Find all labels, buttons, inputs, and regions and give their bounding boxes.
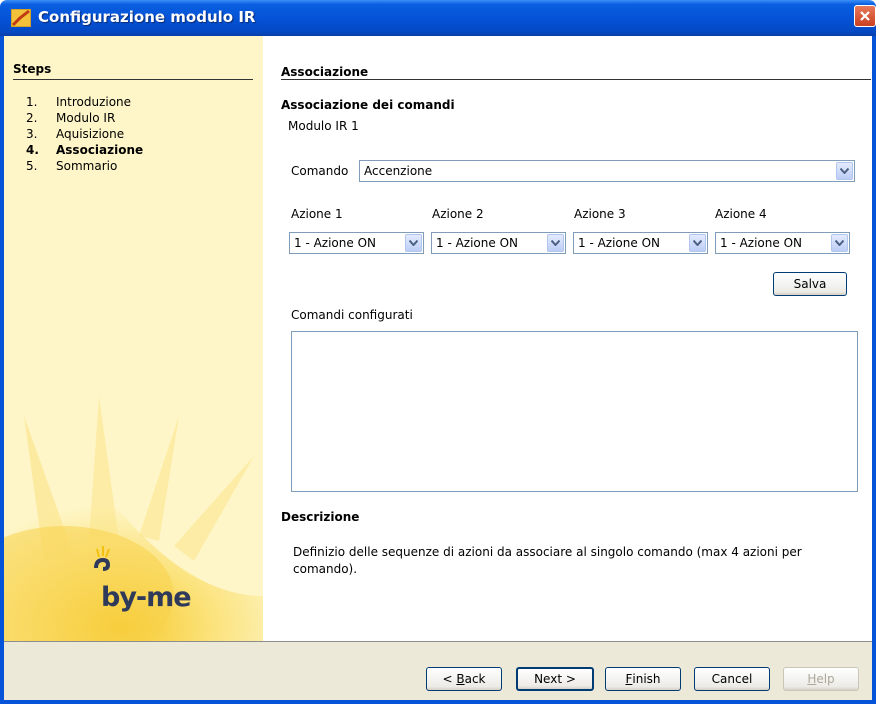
main-content: Associazione Associazione dei comandi Mo… xyxy=(263,36,872,641)
steps-list: 1. Introduzione 2. Modulo IR 3. Aquisizione… xyxy=(26,94,143,174)
salva-button[interactable]: Salva xyxy=(773,272,847,296)
association-title: Associazione dei comandi xyxy=(281,98,455,112)
chevron-down-icon[interactable] xyxy=(836,162,853,180)
description-text: Definizio delle sequenze di azioni da as… xyxy=(293,545,802,576)
configured-commands-list[interactable] xyxy=(291,331,858,492)
chevron-down-icon[interactable] xyxy=(547,234,564,252)
step-item-4-current: 4. Associazione xyxy=(26,143,144,157)
module-label: Modulo IR 1 xyxy=(288,119,359,133)
next-button[interactable]: Next > xyxy=(516,667,594,691)
close-icon xyxy=(860,11,870,21)
azione-2-label: Azione 2 xyxy=(432,207,484,221)
help-button[interactable]: Help xyxy=(783,667,859,691)
azione-3-select[interactable]: 1 - Azione ON xyxy=(573,232,708,254)
azione-4-label: Azione 4 xyxy=(715,207,767,221)
azione-3-label: Azione 3 xyxy=(574,207,626,221)
comando-value: Accenzione xyxy=(364,164,433,178)
description-title: Descrizione xyxy=(281,510,360,524)
comando-select[interactable]: Accenzione xyxy=(359,160,855,182)
finish-button[interactable]: Finish xyxy=(605,667,681,691)
window-title: Configurazione modulo IR xyxy=(38,8,256,26)
steps-header: Steps xyxy=(13,62,52,76)
steps-pane: Steps 1. Introduzione 2. Modulo IR 3. Aquis… xyxy=(4,36,263,641)
back-button[interactable]: < Back xyxy=(426,667,502,691)
step-item-2: 2. Modulo IR xyxy=(26,111,116,125)
chevron-down-icon[interactable] xyxy=(405,234,422,252)
step-item-3: 3. Aquisizione xyxy=(26,127,125,141)
azione-1-label: Azione 1 xyxy=(291,207,343,221)
step-item-1: 1. Introduzione xyxy=(26,95,132,109)
chevron-down-icon[interactable] xyxy=(831,234,848,252)
azione-1-select[interactable]: 1 - Azione ON xyxy=(289,232,424,254)
application-icon xyxy=(11,9,31,27)
azione-4-select[interactable]: 1 - Azione ON xyxy=(715,232,850,254)
chevron-down-icon[interactable] xyxy=(689,234,706,252)
button-bar: < Back Next > Finish Cancel Help xyxy=(4,642,872,700)
azione-2-select[interactable]: 1 - Azione ON xyxy=(431,232,566,254)
comando-label: Comando xyxy=(291,164,349,178)
by-me-logo-icon xyxy=(94,546,111,571)
section-title: Associazione xyxy=(281,65,369,79)
section-divider xyxy=(281,79,871,80)
logo-text: by-me xyxy=(101,582,192,613)
steps-divider xyxy=(13,79,253,80)
cancel-button[interactable]: Cancel xyxy=(694,667,770,691)
step-item-5: 5. Sommario xyxy=(26,159,118,173)
configured-commands-label: Comandi configurati xyxy=(291,308,413,322)
close-button[interactable] xyxy=(854,5,876,27)
title-bar[interactable]: Configurazione modulo IR xyxy=(0,0,876,36)
